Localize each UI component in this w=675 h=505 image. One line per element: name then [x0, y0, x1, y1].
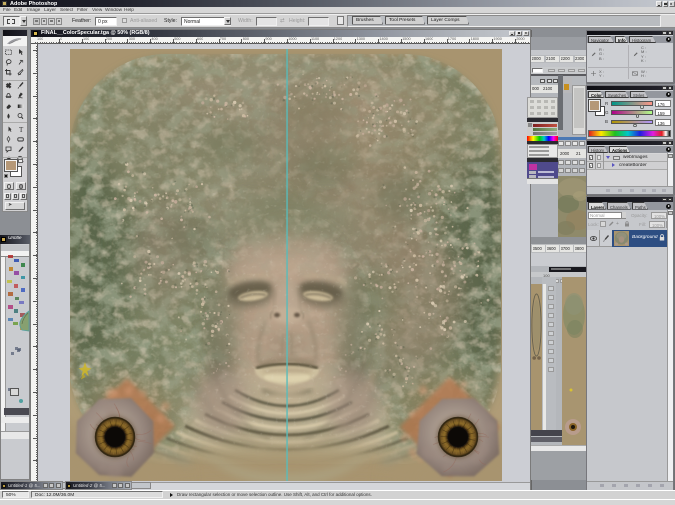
- svg-text:T: T: [19, 126, 24, 134]
